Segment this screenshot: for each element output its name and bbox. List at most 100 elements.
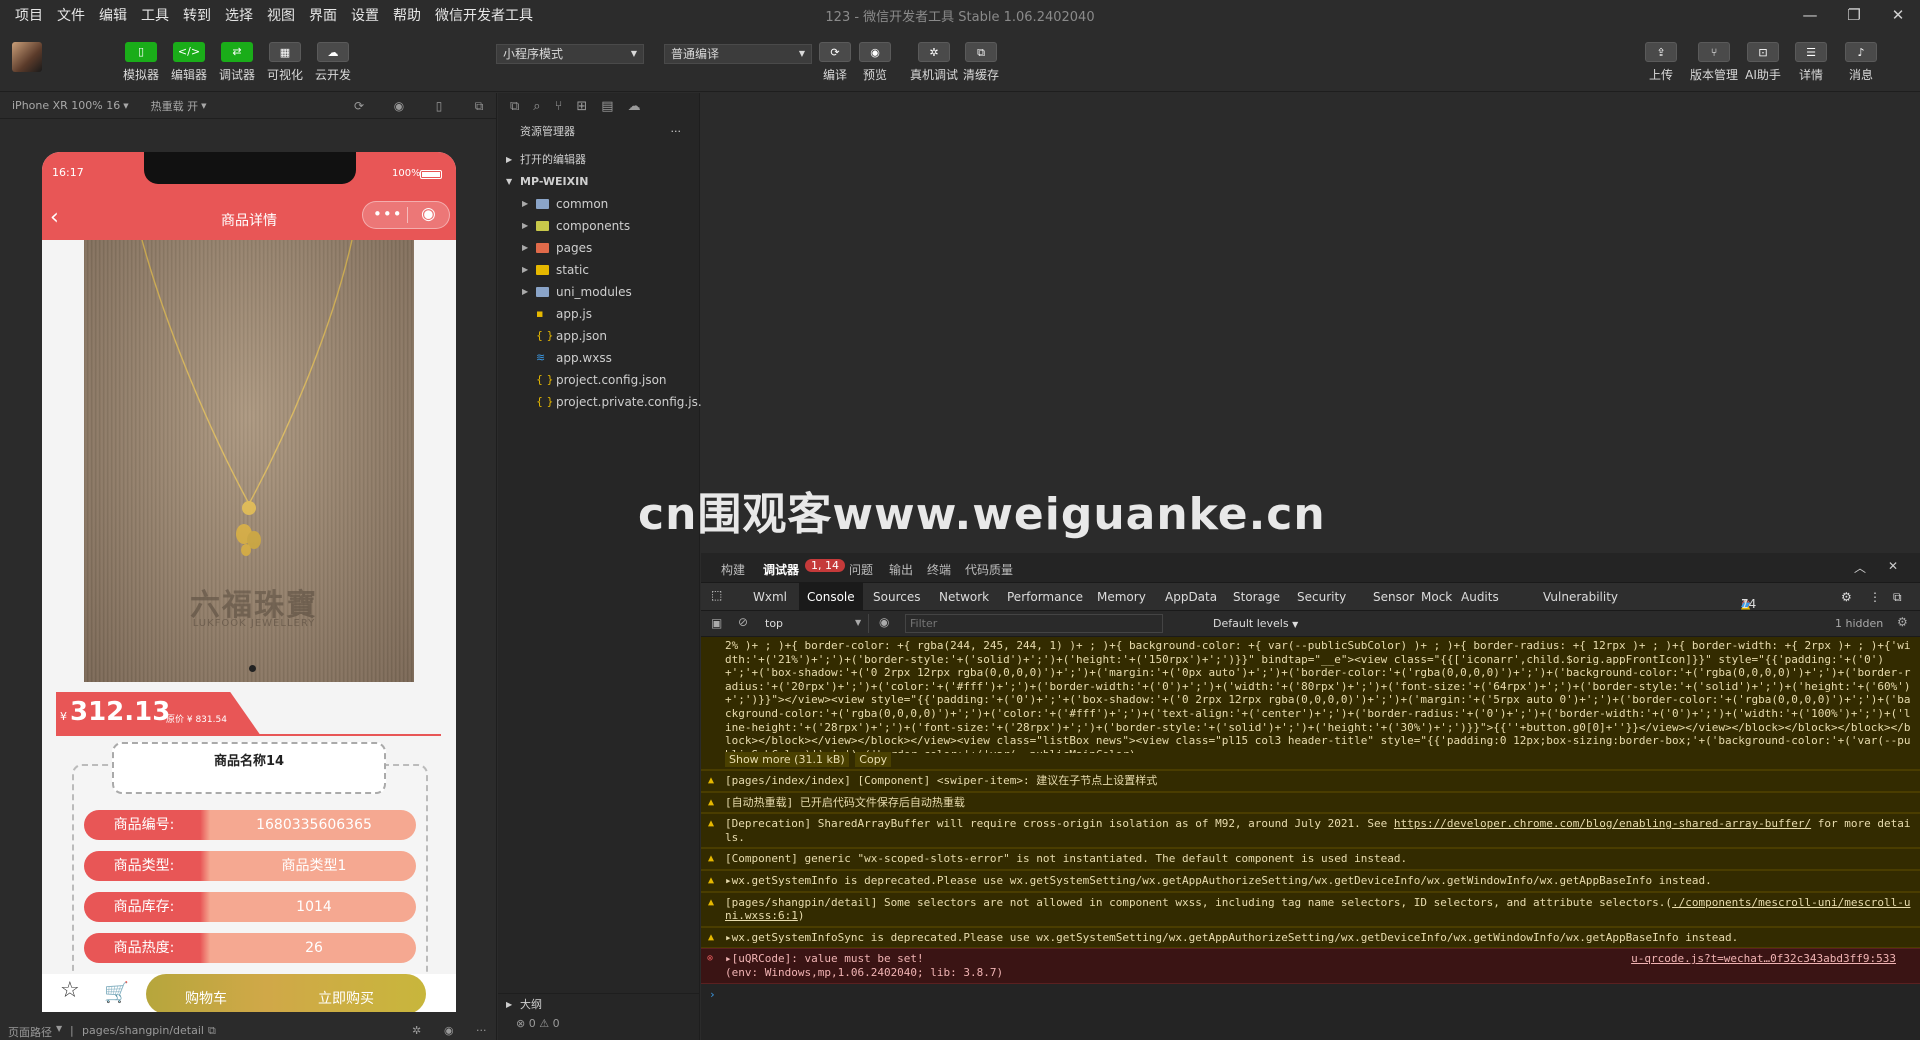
copy-icon[interactable]: ⧉ [208, 1024, 216, 1038]
menu-item[interactable]: 工具 [134, 5, 176, 25]
devtools-tab[interactable]: Sources [873, 590, 920, 604]
tree-item-json[interactable]: { } app.json [498, 325, 699, 347]
tree-item-css[interactable]: ≋ app.wxss [498, 347, 699, 369]
devtools-top-tab[interactable]: 终端 [927, 561, 951, 578]
popout-icon[interactable]: ⧉ [472, 99, 486, 113]
console-error[interactable]: ⊗ ▸[uQRCode]: value must be set! (env: W… [701, 948, 1920, 984]
compile-select[interactable]: 普通编译 ▼ [664, 44, 812, 64]
toolbar-button[interactable]: ♪ 消息 [1840, 42, 1882, 83]
menu-item[interactable]: 选择 [218, 5, 260, 25]
extensions-icon[interactable]: ⊞ [576, 99, 587, 114]
tree-item-folder[interactable]: ▶ static [498, 259, 699, 281]
more-icon[interactable]: ··· [671, 119, 682, 145]
tree-item-json[interactable]: { } project.config.json [498, 369, 699, 391]
more-icon[interactable]: ··· [476, 1024, 487, 1037]
menu-item[interactable]: 微信开发者工具 [428, 5, 540, 25]
console-warning[interactable]: ▲ [pages/shangpin/detail] Some selectors … [701, 891, 1920, 927]
console-prompt[interactable]: › [701, 984, 1920, 1005]
menu-item[interactable]: 项目 [8, 5, 50, 25]
clear-console-icon[interactable]: ⊘ [738, 615, 748, 629]
tree-item-folder[interactable]: ▶ common [498, 193, 699, 215]
storage-icon[interactable]: ▤ [601, 99, 613, 114]
hot-reload-toggle[interactable]: 热重载 开 [151, 98, 199, 114]
tree-item-folder[interactable]: ▶ uni_modules [498, 281, 699, 303]
menu-item[interactable]: 设置 [344, 5, 386, 25]
gear-icon[interactable]: ⚙ [1841, 590, 1852, 604]
eye-icon[interactable]: ◉ [444, 1024, 454, 1037]
console-warning[interactable]: ▲ [Component] generic "wx-scoped-slots-er… [701, 848, 1920, 870]
console-warning[interactable]: ▲ [自动热重载] 已开启代码文件保存后自动热重载 [701, 791, 1920, 814]
show-more-button[interactable]: Show more (31.1 kB) [725, 752, 849, 767]
cart-button[interactable]: 购物车 [146, 974, 266, 1012]
device-select[interactable]: iPhone XR 100% 16 [12, 99, 120, 112]
devtools-top-tab[interactable]: 代码质量 [965, 561, 1013, 578]
toolbar-button[interactable]: ◉ 预览 [854, 42, 896, 83]
console-warning[interactable]: ▲ ▸wx.getSystemInfo is deprecated.Please … [701, 869, 1920, 892]
toolbar-button[interactable]: ☰ 详情 [1790, 42, 1832, 83]
bug-icon[interactable]: ✲ [412, 1024, 421, 1037]
devtools-tab[interactable]: Vulnerability [1543, 590, 1618, 604]
collapse-icon[interactable]: ︿ [1854, 559, 1866, 576]
devtools-tab[interactable]: Security [1297, 590, 1346, 604]
copy-button[interactable]: Copy [855, 752, 892, 767]
devtools-tab[interactable]: Memory [1097, 590, 1146, 604]
devtools-top-tab[interactable]: 构建 [721, 561, 745, 578]
toolbar-button[interactable]: ▯ 模拟器 [120, 42, 162, 83]
console-warning[interactable]: ▲ [Deprecation] SharedArrayBuffer will re… [701, 813, 1920, 849]
devtools-tab[interactable]: Sensor [1373, 590, 1414, 604]
mode-select[interactable]: 小程序模式 ▼ [496, 44, 644, 64]
dock-icon[interactable]: ⧉ [1893, 590, 1902, 605]
devtools-top-tab[interactable]: 输出 [889, 561, 913, 578]
warning-link[interactable]: https://developer.chrome.com/blog/enabli… [1394, 817, 1811, 830]
menu-item[interactable]: 编辑 [92, 5, 134, 25]
toolbar-button[interactable]: ✲ 真机调试 [906, 42, 962, 83]
context-select[interactable]: top ▼ [757, 614, 869, 633]
restore-icon[interactable]: ❐ [1832, 0, 1876, 30]
tree-item-json[interactable]: { } project.private.config.js... [498, 391, 709, 413]
devtools-top-tab[interactable]: 调试器 [763, 561, 799, 578]
buy-now-button[interactable]: 立即购买 [266, 974, 426, 1012]
rotate-icon[interactable]: ⟳ [352, 99, 366, 113]
product-image[interactable]: 六福珠寶 LUKFOOK JEWELLERY [84, 240, 414, 682]
menu-item[interactable]: 视图 [260, 5, 302, 25]
page-path[interactable]: pages/shangpin/detail [82, 1024, 204, 1037]
toolbar-button[interactable]: ⧉ 清缓存 [960, 42, 1002, 83]
minimize-icon[interactable]: — [1788, 0, 1832, 30]
levels-select[interactable]: Default levels ▼ [1213, 617, 1298, 630]
swiper-indicator[interactable] [249, 665, 256, 672]
search-icon[interactable]: ⌕ [533, 99, 540, 114]
devtools-tab[interactable]: Storage [1233, 590, 1280, 604]
avatar[interactable] [12, 42, 42, 72]
toolbar-button[interactable]: ⊡ AI助手 [1742, 42, 1784, 83]
more-vert-icon[interactable]: ⋮ [1869, 590, 1881, 604]
devtools-top-tab[interactable]: 问题 [849, 561, 873, 578]
record-icon[interactable]: ◉ [392, 99, 406, 113]
close-icon[interactable]: ✕ [1876, 0, 1920, 30]
devtools-tab[interactable]: Performance [1007, 590, 1083, 604]
menu-item[interactable]: 文件 [50, 5, 92, 25]
sidebar-toggle-icon[interactable]: ▣ [711, 616, 722, 630]
toolbar-button[interactable]: ⑂ 版本管理 [1686, 42, 1742, 83]
files-icon[interactable]: ⧉ [510, 99, 519, 114]
toolbar-button[interactable]: ⇄ 调试器 [216, 42, 258, 83]
inspect-icon[interactable]: ⬚ [711, 588, 722, 602]
close-miniprogram-icon[interactable]: ◉ [421, 204, 436, 224]
tree-item-folder[interactable]: ▶ pages [498, 237, 699, 259]
toolbar-button[interactable]: ▦ 可视化 [264, 42, 306, 83]
console-warning[interactable]: ▲ [pages/index/index] [Component] <swiper… [701, 770, 1920, 792]
eye-icon[interactable]: ◉ [879, 615, 889, 629]
star-icon[interactable]: ☆ [60, 978, 80, 1003]
tree-item-folder[interactable]: ▶ components [498, 215, 699, 237]
devtools-tab[interactable]: AppData [1165, 590, 1217, 604]
devtools-tab[interactable]: Audits [1461, 590, 1499, 604]
toolbar-button[interactable]: ☁ 云开发 [312, 42, 354, 83]
devtools-tab[interactable]: Console [799, 583, 863, 611]
devtools-tab[interactable]: Wxml [753, 590, 787, 604]
console-warning[interactable]: ▲ ▸wx.getSystemInfoSync is deprecated.Ple… [701, 926, 1920, 949]
outline-section[interactable]: ▶ 大纲 [498, 993, 700, 1015]
toolbar-button[interactable]: ⟳ 编译 [814, 42, 856, 83]
menu-item[interactable]: 转到 [176, 5, 218, 25]
gear-icon[interactable]: ⚙ [1897, 615, 1908, 629]
devtools-tab[interactable]: Mock [1421, 590, 1452, 604]
toolbar-button[interactable]: ⇪ 上传 [1640, 42, 1682, 83]
